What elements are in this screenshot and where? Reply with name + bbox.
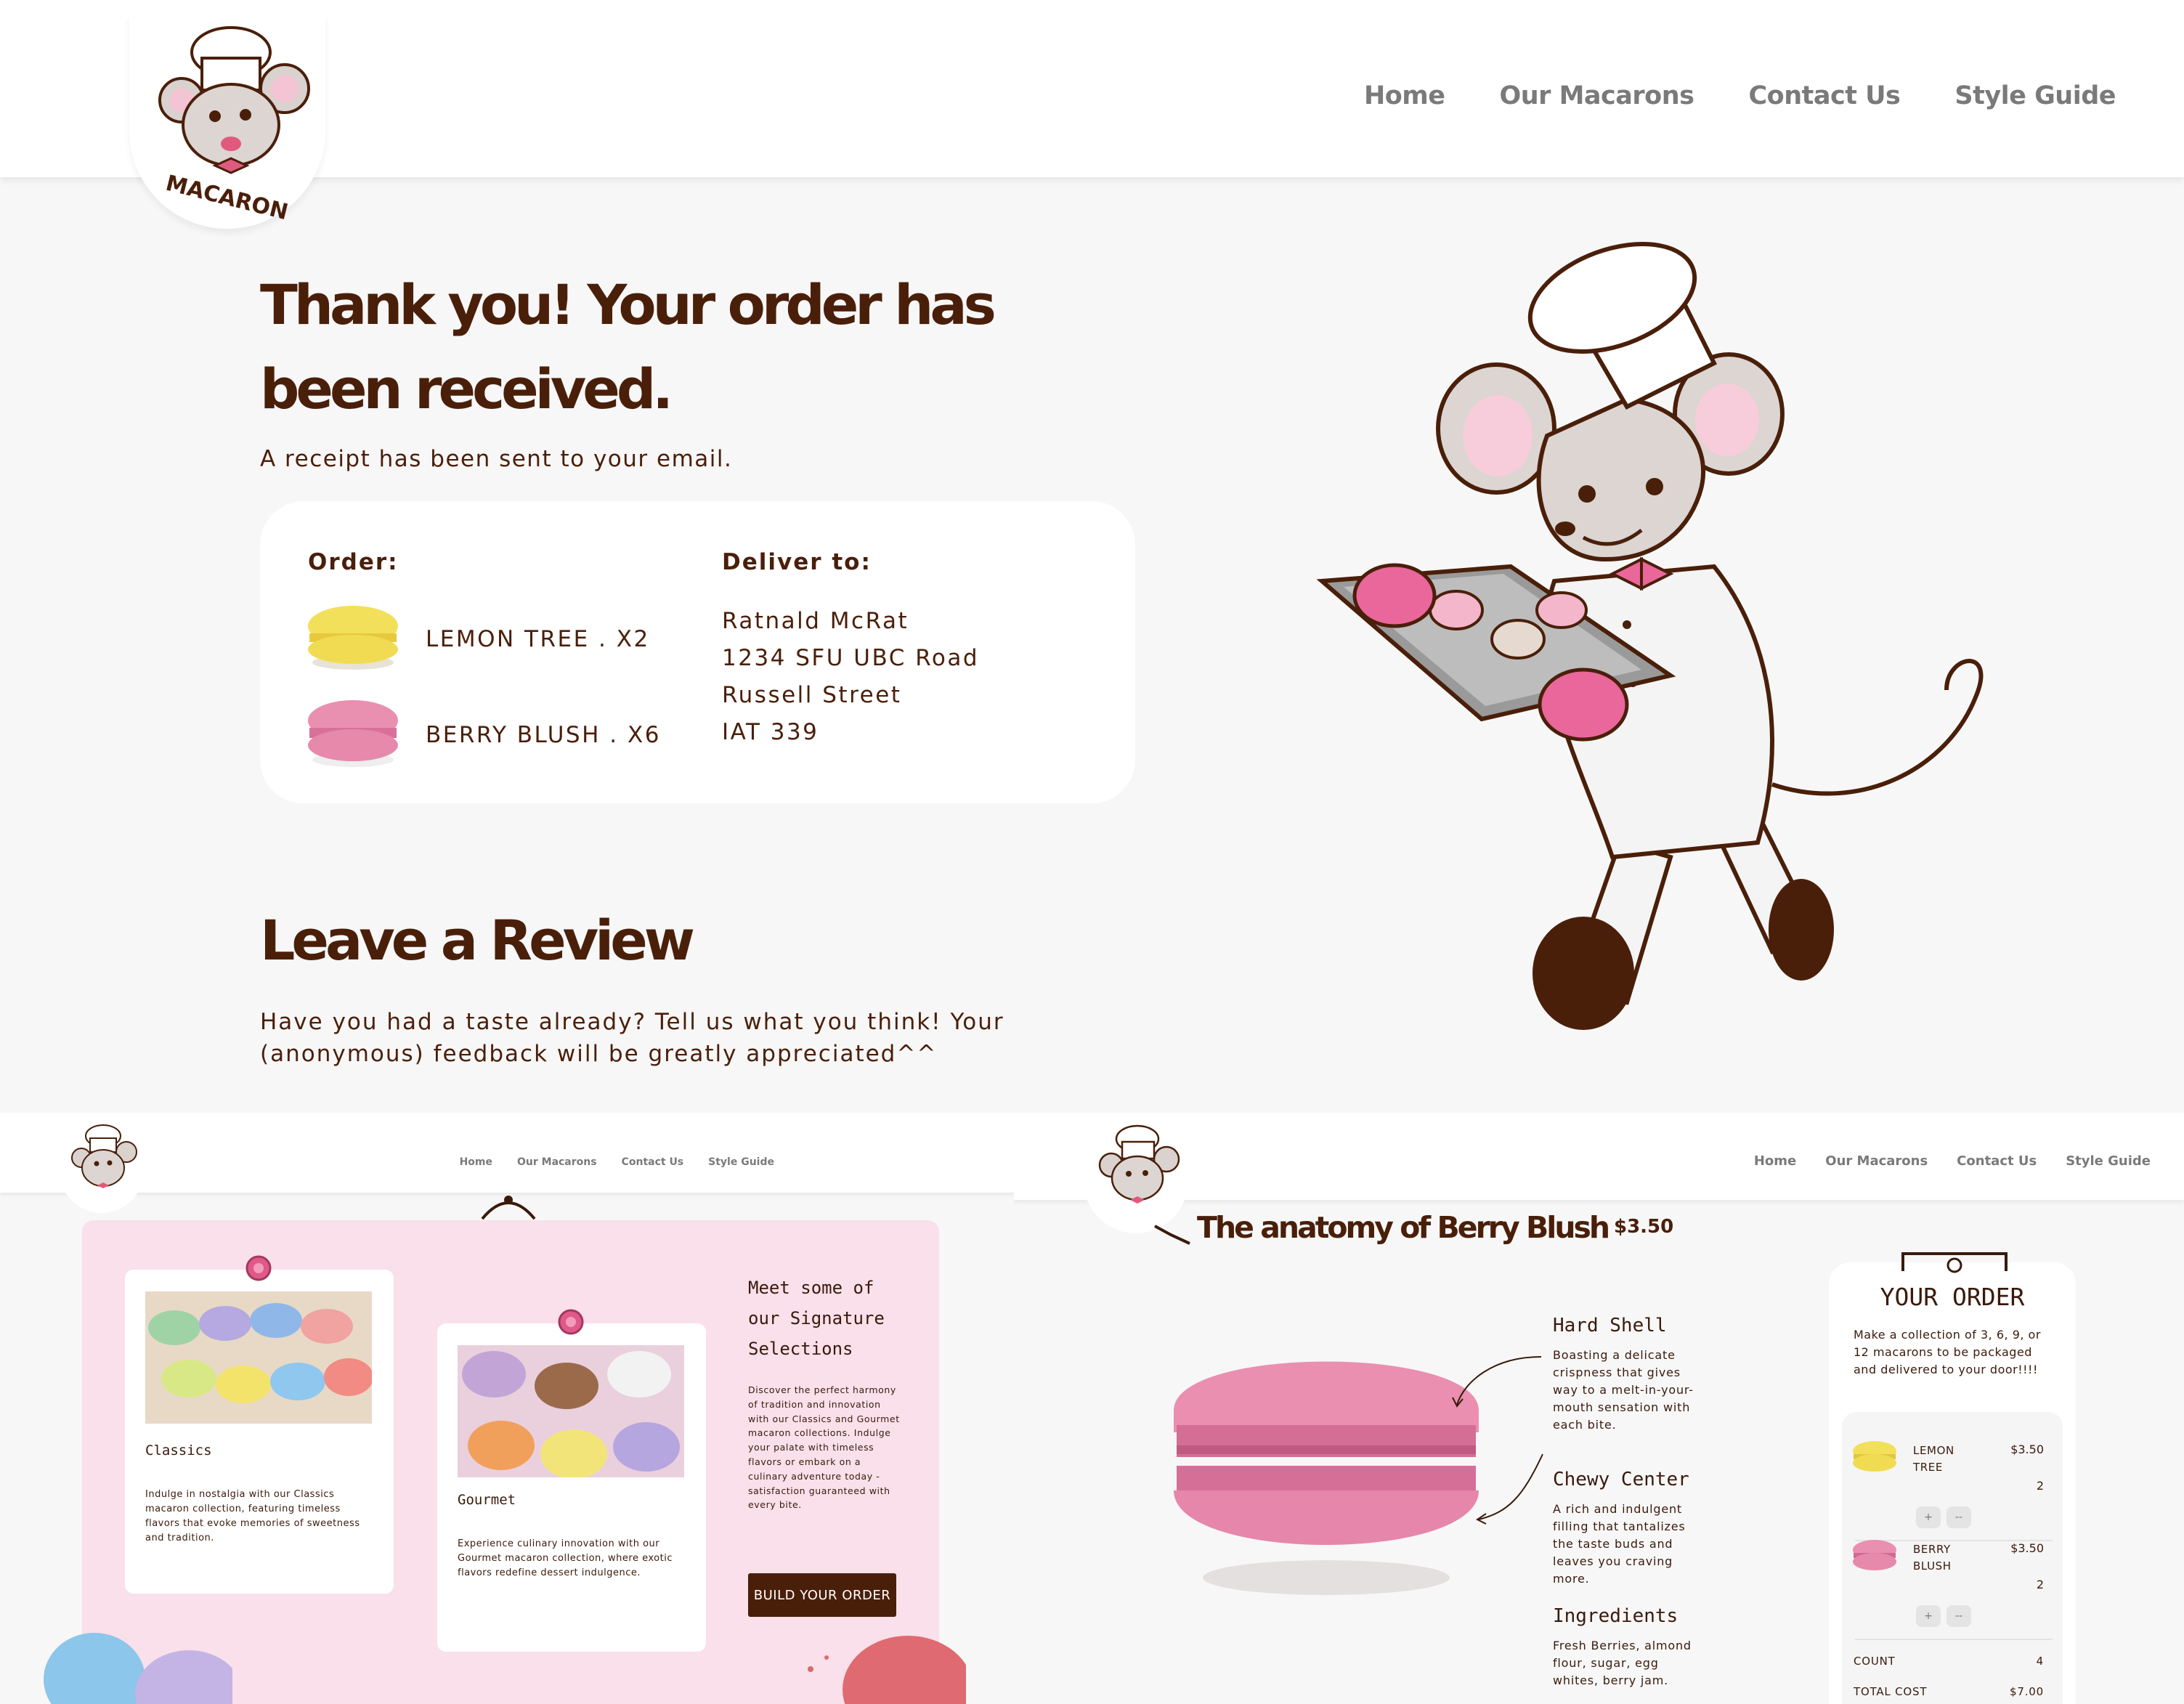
lemon-macaron-image <box>308 606 398 670</box>
cart-item-name: BERRY BLUSH <box>1913 1543 1952 1573</box>
logo[interactable] <box>1084 1119 1188 1233</box>
nav-our-macarons[interactable]: Our Macarons <box>1499 81 1694 110</box>
site-header: Home Our Macarons Contact Us Style Guide <box>1014 1113 2184 1200</box>
signature-description: Discover the perfect harmony of traditio… <box>748 1384 900 1511</box>
berry-blush-macaron-image <box>1174 1361 1479 1595</box>
back-arrow-icon[interactable] <box>1149 1222 1193 1251</box>
ingredients-text: Fresh Berries, almond flour, sugar, egg … <box>1553 1639 1692 1687</box>
nav-home[interactable]: Home <box>1754 1153 1796 1169</box>
decrement-button[interactable]: -- <box>1946 1506 1971 1528</box>
chewy-center-heading: Chewy Center <box>1553 1469 1689 1490</box>
mouse-chef-logo-icon: MACARON <box>158 26 310 226</box>
nav-our-macarons[interactable]: Our Macarons <box>1825 1153 1928 1169</box>
berry-macaron-image <box>308 700 398 767</box>
receipt-note: A receipt has been sent to your email. <box>260 446 733 472</box>
logo[interactable] <box>60 1119 144 1213</box>
site-header: Home Our Macarons Contact Us Style Guide <box>0 1113 1014 1193</box>
nav-home[interactable]: Home <box>1364 81 1445 110</box>
address-line: Russell Street <box>722 682 902 708</box>
count-label: COUNT <box>1854 1655 1896 1668</box>
deliver-label: Deliver to: <box>722 549 872 575</box>
main-nav: Home Our Macarons Contact Us Style Guide <box>460 1156 774 1168</box>
divider <box>1855 1639 2053 1640</box>
gourmet-title: Gourmet <box>458 1492 516 1508</box>
chewy-center-text: A rich and indulgent filling that tantal… <box>1553 1502 1686 1586</box>
count-value: 4 <box>2036 1655 2044 1668</box>
site-header: Home Our Macarons Contact Us Style Guide <box>0 0 2184 177</box>
berry-macaron-thumb <box>1853 1540 1896 1570</box>
gourmet-macarons-image <box>458 1345 684 1477</box>
decrement-button[interactable]: -- <box>1946 1605 1971 1627</box>
order-label: Order: <box>308 549 399 575</box>
nav-contact-us[interactable]: Contact Us <box>622 1156 684 1168</box>
logo[interactable]: MACARON <box>129 15 325 229</box>
gourmet-card[interactable]: Gourmet Experience culinary innovation w… <box>437 1323 706 1652</box>
mouse-chef-logo-icon <box>71 1124 137 1188</box>
order-item-lemon-tree: LEMON TREE . X2 <box>426 626 650 652</box>
nav-home[interactable]: Home <box>460 1156 492 1168</box>
signature-title: Meet some of our Signature Selections <box>748 1278 885 1359</box>
mouse-chef-logo-icon <box>1098 1124 1180 1204</box>
main-nav: Home Our Macarons Contact Us Style Guide <box>1754 1153 2151 1169</box>
chevron-up-icon[interactable] <box>479 1193 537 1222</box>
your-order-description: Make a collection of 3, 6, 9, or 12 maca… <box>1854 1328 2041 1376</box>
page-title: Thank you! Your order has been received. <box>260 272 996 421</box>
pushpin-icon <box>558 1309 584 1335</box>
cart-item-price: $3.50 <box>2010 1443 2044 1456</box>
review-text: Have you had a taste already? Tell us wh… <box>260 1009 1004 1067</box>
product-anatomy-page: Home Our Macarons Contact Us Style Guide… <box>1014 1113 2184 1704</box>
product-price: $3.50 <box>1614 1216 1674 1238</box>
cart-item-name: LEMON TREE <box>1913 1444 1954 1474</box>
cart-item-qty: 2 <box>2036 1578 2044 1591</box>
product-title: The anatomy of Berry Blush <box>1197 1210 1610 1245</box>
svg-text:MACARON: MACARON <box>163 171 291 226</box>
nav-style-guide[interactable]: Style Guide <box>1954 81 2116 110</box>
nav-contact-us[interactable]: Contact Us <box>1748 81 1900 110</box>
bag-handle-icon <box>1901 1252 2008 1273</box>
build-your-order-button[interactable]: BUILD YOUR ORDER <box>748 1573 896 1617</box>
nav-our-macarons[interactable]: Our Macarons <box>517 1156 597 1168</box>
review-title: Leave a Review <box>260 908 695 973</box>
nav-contact-us[interactable]: Contact Us <box>1957 1153 2037 1169</box>
hard-shell-text: Boasting a delicate crispness that gives… <box>1553 1348 1694 1432</box>
mouse-chef-mascot-illustration <box>1316 242 1984 1030</box>
gourmet-description: Experience culinary innovation with our … <box>458 1538 673 1578</box>
classics-description: Indulge in nostalgia with our Classics m… <box>145 1489 360 1543</box>
order-items-panel: LEMON TREE $3.50 2 + -- BERRY BLUSH $3.5… <box>1842 1412 2063 1704</box>
pushpin-icon <box>245 1255 272 1281</box>
cart-item-qty: 2 <box>2036 1479 2044 1493</box>
classics-title: Classics <box>145 1443 212 1458</box>
address-line: 1234 SFU UBC Road <box>722 645 979 671</box>
classics-card[interactable]: Classics Indulge in nostalgia with our C… <box>125 1270 394 1594</box>
decorative-macaron-image <box>808 1636 966 1704</box>
address-line: Ratnald McRat <box>722 608 909 634</box>
classics-macarons-image <box>145 1291 372 1424</box>
order-item-berry-blush: BERRY BLUSH . X6 <box>426 722 661 748</box>
macarons-collection-page: Home Our Macarons Contact Us Style Guide <box>0 1113 1014 1704</box>
ingredients-heading: Ingredients <box>1553 1605 1678 1627</box>
thank-you-page: Home Our Macarons Contact Us Style Guide… <box>0 0 2184 1113</box>
your-order-card: YOUR ORDER Make a collection of 3, 6, 9,… <box>1829 1252 2076 1704</box>
main-nav: Home Our Macarons Contact Us Style Guide <box>1364 81 2116 110</box>
address-line: IAT 339 <box>722 719 819 745</box>
your-order-title: YOUR ORDER <box>1880 1283 2025 1311</box>
lemon-macaron-thumb <box>1853 1441 1896 1472</box>
hard-shell-heading: Hard Shell <box>1553 1315 1667 1336</box>
total-cost-value: $7.00 <box>2010 1685 2044 1698</box>
increment-button[interactable]: + <box>1916 1605 1941 1627</box>
annotation-arrows <box>1452 1356 1543 1525</box>
increment-button[interactable]: + <box>1916 1506 1941 1528</box>
total-cost-label: TOTAL COST <box>1854 1685 1928 1698</box>
order-summary-card: Order: LEMON TREE . X2 BERRY BLUSH . X6 … <box>260 501 1135 803</box>
delivery-address: Ratnald McRat 1234 SFU UBC Road Russell … <box>722 603 979 751</box>
cart-item-price: $3.50 <box>2010 1541 2044 1555</box>
nav-style-guide[interactable]: Style Guide <box>708 1156 774 1168</box>
nav-style-guide[interactable]: Style Guide <box>2066 1153 2151 1169</box>
decorative-macarons-image <box>44 1633 232 1704</box>
